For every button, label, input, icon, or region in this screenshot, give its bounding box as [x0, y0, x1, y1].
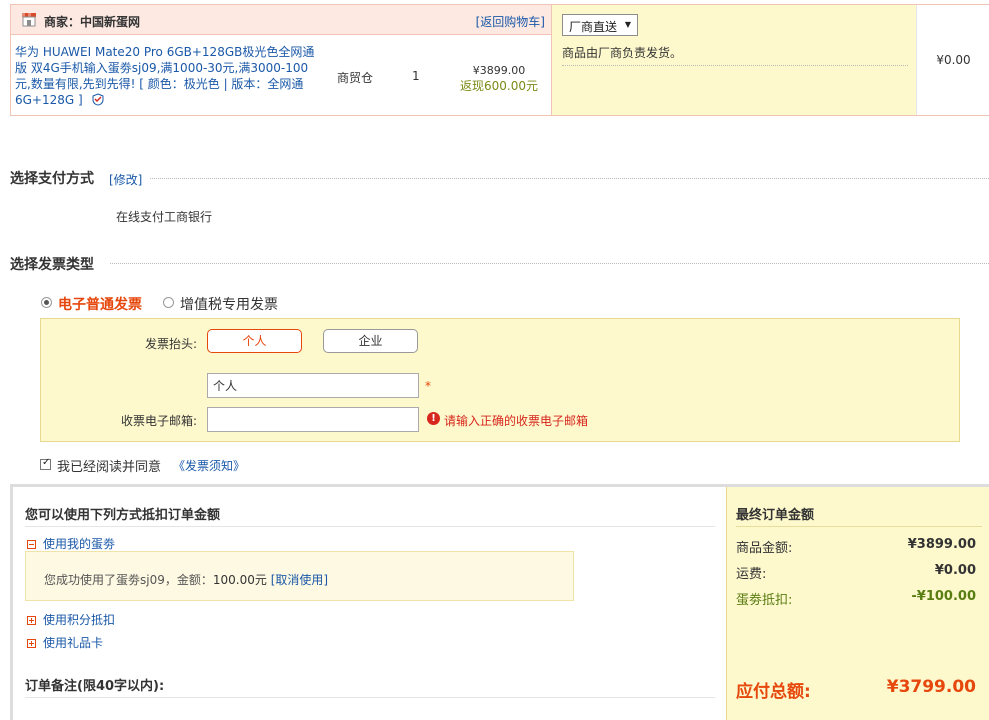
cashback: 返现600.00元 — [460, 79, 538, 93]
coupon-deduct-value: -¥100.00 — [911, 589, 976, 604]
divider — [25, 526, 715, 527]
order-item-table: 商家：中国新蛋网 [返回购物车] 华为 HUAWEI Mate20 Pro 6G… — [10, 4, 989, 116]
payment-method: 在线支付工商银行 — [116, 210, 213, 224]
shield-badge-icon — [92, 93, 104, 106]
invoice-electronic-label[interactable]: 电子普通发票 — [58, 294, 142, 314]
freight-label: 运费: — [736, 567, 767, 582]
summary-title: 最终订单金额 — [736, 508, 815, 523]
shipping-note: 商品由厂商负责发货。 — [562, 46, 683, 60]
divider — [25, 697, 715, 698]
divider — [736, 526, 982, 527]
invoice-header-input[interactable] — [207, 373, 419, 398]
payment-section-title: 选择支付方式 — [10, 171, 94, 187]
merchant-bar: 商家：中国新蛋网 [返回购物车] — [11, 5, 551, 35]
cancel-coupon-link[interactable]: [取消使用] — [271, 573, 328, 587]
use-coupon-label: 使用我的蛋劵 — [43, 537, 116, 551]
expand-icon — [27, 616, 36, 625]
coupon-amount: 100.00元 — [212, 573, 267, 587]
dropdown-arrow-icon: ▼ — [624, 20, 631, 29]
invoice-electronic-radio[interactable] — [41, 297, 52, 308]
modify-payment-link[interactable]: [修改] — [109, 171, 142, 188]
invoice-vat-label[interactable]: 增值税专用发票 — [180, 294, 278, 314]
agree-checkbox[interactable] — [40, 457, 51, 470]
total-due-label: 应付总额: — [736, 682, 811, 702]
collapse-icon — [27, 540, 36, 549]
expand-icon — [27, 639, 36, 648]
required-mark: * — [425, 379, 431, 393]
product-name[interactable]: 华为 HUAWEI Mate20 Pro 6GB+128GB极光色全网通版 双4… — [15, 45, 314, 107]
order-summary-panel: 最终订单金额 商品金额: ¥3899.00 运费: ¥0.00 蛋劵抵扣: -¥… — [726, 487, 989, 720]
error-icon: ! — [427, 412, 440, 425]
invoice-form-panel: 发票抬头: 个人 企业 * 收票电子邮箱: ! 请输入正确的收票电子邮箱 — [40, 318, 960, 442]
coupon-result-box: 您成功使用了蛋劵sj09，金额：100.00元 [取消使用] — [25, 551, 574, 601]
email-error-message: 请输入正确的收票电子邮箱 — [444, 414, 589, 428]
invoice-header-label: 发票抬头: — [144, 337, 197, 351]
divider — [150, 178, 989, 179]
use-points-toggle[interactable]: 使用积分抵扣 — [27, 611, 115, 628]
order-remark-title: 订单备注(限40字以内): — [25, 679, 165, 694]
checkout-bottom-block: 您可以使用下列方式抵扣订单金额 使用我的蛋劵 您成功使用了蛋劵sj09，金额：1… — [10, 484, 989, 720]
total-due-value: ¥3799.00 — [886, 677, 976, 697]
invoice-notice-link[interactable]: 《发票须知》 — [173, 457, 245, 474]
shipping-fee: ¥0.00 — [936, 53, 971, 67]
product-link[interactable]: 华为 HUAWEI Mate20 Pro 6GB+128GB极光色全网通版 双4… — [15, 44, 321, 108]
personal-title-button[interactable]: 个人 — [207, 329, 302, 353]
goods-amount-label: 商品金额: — [736, 541, 793, 556]
goods-amount-value: ¥3899.00 — [907, 537, 976, 552]
use-points-label: 使用积分抵扣 — [43, 613, 116, 627]
invoice-vat-radio[interactable] — [163, 297, 174, 308]
coupon-deduct-label: 蛋劵抵扣: — [736, 593, 793, 608]
divider — [562, 65, 908, 66]
freight-value: ¥0.00 — [934, 563, 976, 578]
back-to-cart-link[interactable]: [返回购物车] — [476, 13, 545, 30]
invoice-section-title: 选择发票类型 — [10, 257, 94, 273]
total-due-row: 应付总额: ¥3799.00 — [736, 677, 976, 702]
use-giftcard-label: 使用礼品卡 — [43, 636, 104, 650]
warehouse: 商贸仓 — [337, 71, 374, 85]
merchant-name: 商家：中国新蛋网 — [44, 15, 141, 29]
quantity: 1 — [412, 69, 420, 83]
discount-area: 您可以使用下列方式抵扣订单金额 使用我的蛋劵 您成功使用了蛋劵sj09，金额：1… — [13, 487, 726, 720]
use-giftcard-toggle[interactable]: 使用礼品卡 — [27, 634, 103, 651]
coupon-message: 您成功使用了蛋劵sj09，金额：100.00元 [取消使用] — [44, 571, 328, 588]
shipping-method-select[interactable]: 厂商直送 ▼ — [562, 14, 638, 36]
divider — [110, 263, 989, 264]
shipping-method-value: 厂商直送 — [569, 20, 618, 34]
email-input[interactable] — [207, 407, 419, 432]
agree-label: 我已经阅读并同意 — [57, 460, 162, 475]
shipping-column: 厂商直送 ▼ 商品由厂商负责发货。 — [551, 5, 917, 115]
discount-title: 您可以使用下列方式抵扣订单金额 — [25, 508, 221, 523]
use-coupon-toggle[interactable]: 使用我的蛋劵 — [27, 535, 115, 552]
email-label: 收票电子邮箱: — [120, 414, 197, 428]
coupon-message-text: 您成功使用了蛋劵sj09，金额： — [44, 573, 213, 587]
company-title-button[interactable]: 企业 — [323, 329, 418, 353]
unit-price: ¥3899.00 — [472, 64, 526, 77]
shop-icon — [22, 13, 36, 27]
